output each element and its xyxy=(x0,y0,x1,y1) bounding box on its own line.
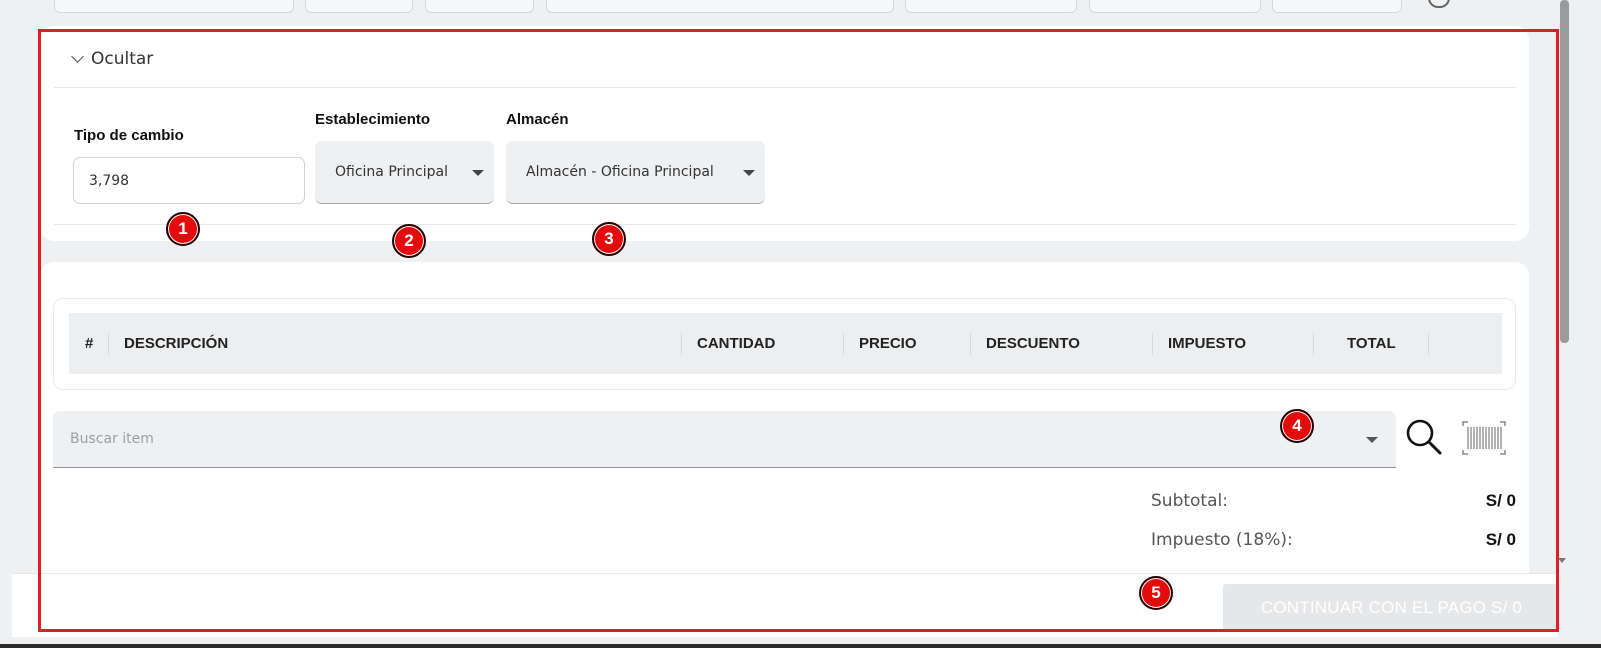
item-search-select[interactable]: Buscar item xyxy=(53,411,1396,468)
dropdown-caret-icon xyxy=(1366,437,1378,443)
tax-value: S/ 0 xyxy=(1485,530,1516,549)
column-header-description: DESCRIPCIÓN xyxy=(124,335,229,352)
divider xyxy=(54,224,1516,225)
exchange-rate-label: Tipo de cambio xyxy=(74,127,184,144)
items-table-header: # DESCRIPCIÓN CANTIDAD PRECIO DESCUENTO … xyxy=(69,313,1502,374)
column-separator xyxy=(1428,333,1429,355)
warehouse-label: Almacén xyxy=(506,111,569,128)
window-bottom-edge xyxy=(0,644,1601,648)
top-field-7[interactable] xyxy=(1272,0,1402,13)
top-field-4[interactable] xyxy=(546,0,894,13)
divider xyxy=(54,87,1516,88)
top-field-3[interactable] xyxy=(425,0,534,13)
column-header-price: PRECIO xyxy=(859,335,917,352)
column-separator xyxy=(843,333,844,355)
tax-label: Impuesto (18%): xyxy=(1151,530,1293,550)
annotation-badge: 3 xyxy=(592,222,626,256)
column-header-quantity: CANTIDAD xyxy=(697,335,776,352)
hide-section-toggle[interactable]: Ocultar xyxy=(71,49,154,69)
hide-section-label: Ocultar xyxy=(91,49,154,69)
column-header-discount: DESCUENTO xyxy=(986,335,1080,352)
barcode-icon[interactable] xyxy=(1461,420,1507,456)
establishment-value: Oficina Principal xyxy=(335,164,448,180)
continue-payment-button[interactable]: CONTINUAR CON EL PAGO S/ 0 xyxy=(1223,584,1560,631)
exchange-rate-input[interactable]: 3,798 xyxy=(73,157,305,204)
dropdown-caret-icon xyxy=(472,170,484,176)
scroll-down-arrow-icon[interactable] xyxy=(1558,558,1566,563)
attachment-icon[interactable] xyxy=(1428,0,1450,8)
column-separator xyxy=(1152,333,1153,355)
column-separator xyxy=(970,333,971,355)
scrollbar-thumb[interactable] xyxy=(1560,0,1569,343)
column-header-tax: IMPUESTO xyxy=(1168,335,1247,352)
warehouse-select[interactable]: Almacén - Oficina Principal xyxy=(506,141,765,204)
magnifier-icon[interactable] xyxy=(1405,418,1443,456)
subtotal-label: Subtotal: xyxy=(1151,491,1228,511)
chevron-down-icon xyxy=(71,50,84,63)
annotation-badge: 4 xyxy=(1280,409,1314,443)
establishment-label: Establecimiento xyxy=(315,111,431,128)
column-header-total: TOTAL xyxy=(1347,335,1396,352)
establishment-select[interactable]: Oficina Principal xyxy=(315,141,494,204)
top-field-1[interactable] xyxy=(54,0,294,13)
item-search-placeholder: Buscar item xyxy=(70,431,154,447)
exchange-rate-value: 3,798 xyxy=(89,172,130,189)
dropdown-caret-icon xyxy=(743,170,755,176)
annotation-badge: 2 xyxy=(392,224,426,258)
annotation-badge: 5 xyxy=(1139,576,1173,610)
subtotal-value: S/ 0 xyxy=(1485,491,1516,510)
column-separator xyxy=(108,333,109,355)
options-card xyxy=(40,26,1529,241)
column-header-number: # xyxy=(85,335,94,352)
annotation-badge: 1 xyxy=(166,212,200,246)
top-field-6[interactable] xyxy=(1089,0,1261,13)
warehouse-value: Almacén - Oficina Principal xyxy=(526,164,714,180)
column-separator xyxy=(1313,333,1314,355)
column-separator xyxy=(681,333,682,355)
top-field-5[interactable] xyxy=(905,0,1077,13)
top-field-2[interactable] xyxy=(305,0,413,13)
